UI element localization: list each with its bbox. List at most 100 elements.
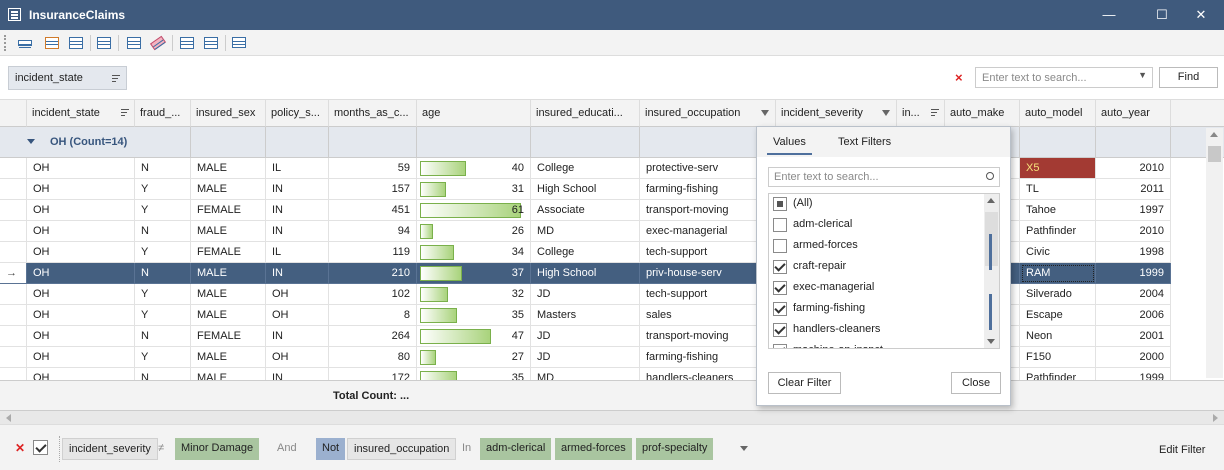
table-cell-state[interactable]: OH bbox=[27, 242, 135, 263]
table-cell-months[interactable]: 102 bbox=[329, 284, 417, 305]
checkbox-checked[interactable] bbox=[773, 344, 787, 348]
filter-and-operator[interactable]: And bbox=[271, 438, 303, 460]
table-cell-state[interactable]: OH bbox=[27, 284, 135, 305]
table-cell-policy[interactable]: OH bbox=[266, 347, 329, 368]
checkbox-partial[interactable] bbox=[773, 197, 787, 211]
table-cell-policy[interactable]: IL bbox=[266, 242, 329, 263]
table-cell-year[interactable]: 1999 bbox=[1096, 263, 1171, 284]
grid-layout-icon[interactable] bbox=[67, 34, 85, 52]
row-indicator[interactable] bbox=[0, 326, 27, 347]
clear-columns-icon[interactable] bbox=[125, 34, 143, 52]
column-header-months[interactable]: months_as_c... bbox=[329, 100, 417, 127]
table-cell-state[interactable]: OH bbox=[27, 263, 135, 284]
filter-value-armed-forces[interactable]: armed-forces bbox=[555, 438, 632, 460]
table-cell-model[interactable]: Pathfinder bbox=[1020, 221, 1096, 242]
table-cell-policy[interactable]: IN bbox=[266, 221, 329, 242]
filter-field-insured-occupation[interactable]: insured_occupation bbox=[347, 438, 457, 460]
filter-list-item[interactable]: exec-managerial bbox=[769, 278, 985, 299]
filter-value-adm-clerical[interactable]: adm-clerical bbox=[480, 438, 552, 460]
window-icon[interactable] bbox=[230, 34, 248, 52]
filter-search-input[interactable]: Enter text to search... bbox=[768, 167, 1000, 187]
table-row[interactable]: OH Y FEMALE IN 451 61 Associate transport-movin… bbox=[0, 200, 1224, 221]
table-row[interactable]: OH Y FEMALE IL 119 34 College tech-support Civic… bbox=[0, 242, 1224, 263]
column-header-incident-severity[interactable]: incident_severity bbox=[776, 100, 897, 127]
table-cell-state[interactable]: OH bbox=[27, 179, 135, 200]
filter-operator[interactable]: ≠ bbox=[156, 438, 166, 460]
checkbox-unchecked[interactable] bbox=[773, 218, 787, 232]
single-row-icon[interactable] bbox=[16, 34, 34, 52]
checkbox-checked[interactable] bbox=[773, 281, 787, 295]
table-cell-age[interactable]: 27 bbox=[417, 347, 531, 368]
table-cell-model[interactable]: Civic bbox=[1020, 242, 1096, 263]
filter-in-operator[interactable]: In bbox=[460, 438, 473, 460]
table-cell-edu[interactable]: JD bbox=[531, 347, 640, 368]
table-row[interactable]: OH N MALE IL 59 40 College protective-serv X5 201… bbox=[0, 158, 1224, 179]
filter-list-item[interactable]: machine-op-inspct bbox=[769, 341, 985, 348]
row-indicator[interactable] bbox=[0, 221, 27, 242]
table-cell-fraud[interactable]: N bbox=[135, 263, 191, 284]
print-icon[interactable] bbox=[202, 34, 220, 52]
clear-filter-icon[interactable]: ✕ bbox=[15, 441, 25, 455]
table-cell-model[interactable]: Neon bbox=[1020, 326, 1096, 347]
table-cell-policy[interactable]: IN bbox=[266, 263, 329, 284]
table-cell-state[interactable]: OH bbox=[27, 200, 135, 221]
scroll-up-icon[interactable] bbox=[987, 198, 995, 203]
row-indicator[interactable] bbox=[0, 242, 27, 263]
table-cell-policy[interactable]: OH bbox=[266, 284, 329, 305]
table-cell-sex[interactable]: MALE bbox=[191, 305, 266, 326]
scroll-left-icon[interactable] bbox=[6, 414, 11, 422]
table-cell-sex[interactable]: MALE bbox=[191, 158, 266, 179]
table-row[interactable]: → OH N MALE IN 210 37 High School priv-house-ser… bbox=[0, 263, 1224, 284]
table-cell-age[interactable]: 31 bbox=[417, 179, 531, 200]
table-cell-year[interactable]: 2010 bbox=[1096, 221, 1171, 242]
table-cell-model[interactable]: F150 bbox=[1020, 347, 1096, 368]
table-cell-state[interactable]: OH bbox=[27, 158, 135, 179]
vertical-scrollbar[interactable] bbox=[1206, 128, 1223, 378]
search-input[interactable]: Enter text to search... ▼ bbox=[975, 67, 1153, 88]
table-cell-year[interactable]: 2001 bbox=[1096, 326, 1171, 347]
table-cell-year[interactable]: 2011 bbox=[1096, 179, 1171, 200]
table-cell-state[interactable]: OH bbox=[27, 347, 135, 368]
column-header-policy-state[interactable]: policy_s... bbox=[266, 100, 329, 127]
filter-field-incident-severity[interactable]: incident_severity bbox=[62, 438, 158, 460]
chevron-down-icon[interactable]: ▼ bbox=[1138, 70, 1147, 80]
table-cell-edu[interactable]: College bbox=[531, 242, 640, 263]
table-cell-sex[interactable]: FEMALE bbox=[191, 242, 266, 263]
table-cell-fraud[interactable]: Y bbox=[135, 347, 191, 368]
table-row[interactable]: OH N MALE IN 94 26 MD exec-managerial Pathfinder… bbox=[0, 221, 1224, 242]
column-header-education[interactable]: insured_educati... bbox=[531, 100, 640, 127]
group-row[interactable]: OH (Count=14) bbox=[0, 127, 1224, 158]
table-cell-policy[interactable]: IN bbox=[266, 179, 329, 200]
table-cell-months[interactable]: 59 bbox=[329, 158, 417, 179]
table-row[interactable]: OH Y MALE OH 8 35 Masters sales Escape 2006 bbox=[0, 305, 1224, 326]
table-cell-year[interactable]: 2006 bbox=[1096, 305, 1171, 326]
scroll-up-icon[interactable] bbox=[1210, 132, 1218, 137]
collapse-chevron-icon[interactable] bbox=[27, 139, 35, 144]
table-cell-model[interactable]: RAM bbox=[1020, 263, 1096, 284]
checkbox-checked[interactable] bbox=[773, 260, 787, 274]
table-cell-fraud[interactable]: N bbox=[135, 221, 191, 242]
row-indicator[interactable] bbox=[0, 347, 27, 368]
table-cell-edu[interactable]: JD bbox=[531, 326, 640, 347]
filter-value-minor-damage[interactable]: Minor Damage bbox=[175, 438, 260, 460]
table-cell-months[interactable]: 80 bbox=[329, 347, 417, 368]
table-cell-months[interactable]: 157 bbox=[329, 179, 417, 200]
table-cell-months[interactable]: 264 bbox=[329, 326, 417, 347]
row-indicator[interactable] bbox=[0, 200, 27, 221]
table-cell-state[interactable]: OH bbox=[27, 326, 135, 347]
table-cell-edu[interactable]: High School bbox=[531, 179, 640, 200]
table-cell-edu[interactable]: MD bbox=[531, 221, 640, 242]
table-cell-state[interactable]: OH bbox=[27, 221, 135, 242]
filter-list-item[interactable]: craft-repair bbox=[769, 257, 985, 278]
table-cell-year[interactable]: 2004 bbox=[1096, 284, 1171, 305]
table-cell-fraud[interactable]: N bbox=[135, 158, 191, 179]
table-cell-edu[interactable]: Masters bbox=[531, 305, 640, 326]
filter-not-operator[interactable]: Not bbox=[316, 438, 346, 460]
table-cell-policy[interactable]: OH bbox=[266, 305, 329, 326]
tab-values[interactable]: Values bbox=[767, 136, 812, 155]
table-cell-fraud[interactable]: Y bbox=[135, 242, 191, 263]
band-layout-icon[interactable] bbox=[43, 34, 61, 52]
table-cell-age[interactable]: 61 bbox=[417, 200, 531, 221]
column-header-age[interactable]: age bbox=[417, 100, 531, 127]
row-indicator[interactable] bbox=[0, 158, 27, 179]
